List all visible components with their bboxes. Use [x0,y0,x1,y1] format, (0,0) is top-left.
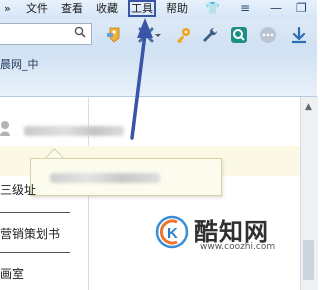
menu-favorites[interactable]: 收藏 [96,2,118,16]
menu-help[interactable]: 帮助 [166,2,188,16]
coozhi-logo-icon: K [155,215,189,249]
scroll-up-arrow-icon[interactable]: ▲ [305,102,312,112]
minimize-icon[interactable]: — [270,1,282,15]
menu-file[interactable]: 文件 [26,2,48,16]
key-icon[interactable] [173,25,193,45]
watermark-url: www.coozhi.com [200,242,276,252]
list-item[interactable]: 画室 [0,265,24,282]
menu-bar: » 文件 查看 收藏 工具 帮助 👕 ≡ — ❐ [0,0,317,19]
more-icon[interactable] [258,25,278,45]
download-icon[interactable] [289,25,309,45]
wrench-icon[interactable] [200,25,220,45]
menu-view[interactable]: 查看 [61,2,83,16]
scroll-thumb[interactable] [303,240,314,280]
menu-overflow-chevron[interactable]: » [4,2,11,16]
favorite-item[interactable]: 晨网_中 [0,56,39,72]
list-item[interactable]: 营销策划书 [0,225,60,242]
skin-icon[interactable]: 👕 [205,1,220,15]
search-icon[interactable] [74,26,86,38]
svg-text:K: K [167,225,178,242]
favorites-bar: 晨网_中 [0,50,317,97]
user-avatar-icon [0,121,10,136]
blurred-username [24,126,124,136]
list-separator [0,212,70,213]
tools-highlight-box [128,0,156,17]
dropdown-arrow-icon[interactable] [154,25,162,45]
address-bar[interactable] [0,23,92,45]
list-separator [0,252,70,253]
tools-x-icon[interactable] [136,25,156,45]
menu-icon[interactable]: ≡ [240,1,250,15]
blurred-tooltip-text [50,173,160,183]
user-row [0,120,140,138]
toolbar [0,19,317,50]
magnifier-icon[interactable] [229,25,249,45]
maximize-icon[interactable]: ❐ [296,1,307,15]
list-item[interactable]: 三级址 [0,181,36,198]
tag-icon[interactable] [104,25,124,45]
